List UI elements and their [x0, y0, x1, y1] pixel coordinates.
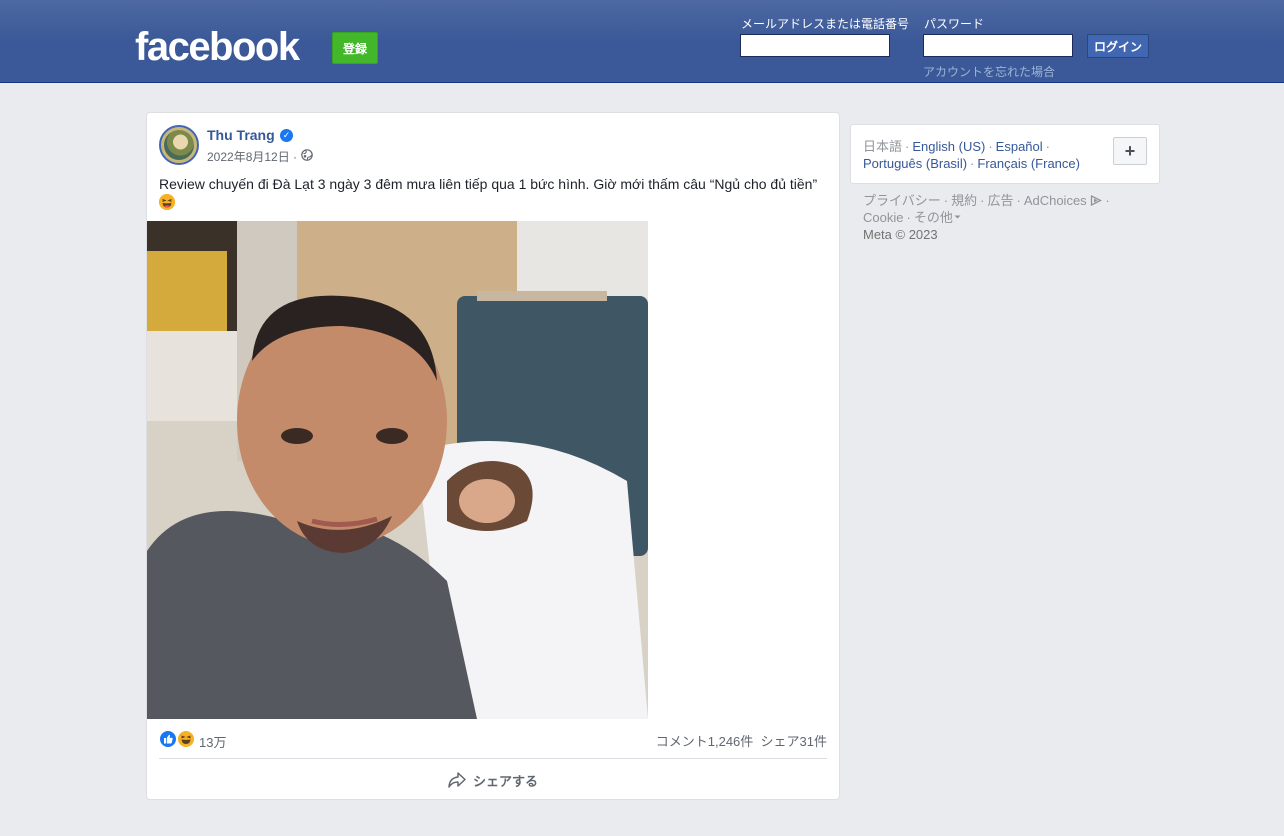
- password-label: パスワード: [924, 17, 985, 31]
- footer-link-ads[interactable]: 広告: [987, 193, 1013, 208]
- facebook-logo[interactable]: facebook: [135, 26, 300, 68]
- language-selector: 日本語 · English (US) · Español · Português (Bra…: [850, 124, 1160, 184]
- haha-icon: [177, 730, 195, 748]
- language-list: 日本語 · English (US) · Español · Português (Bra…: [863, 139, 1080, 171]
- email-input[interactable]: [740, 34, 890, 57]
- post-text-body: Review chuyến đi Đà Lạt 3 ngày 3 đêm mưa…: [159, 176, 818, 192]
- footer-link-more[interactable]: その他: [914, 210, 961, 225]
- like-icon: [159, 730, 177, 748]
- author-avatar[interactable]: [159, 125, 199, 165]
- email-label: メールアドレスまたは電話番号: [741, 17, 910, 31]
- post-text: Review chuyến đi Đà Lạt 3 ngày 3 đêm mưa…: [159, 175, 829, 211]
- footer-link-adchoices[interactable]: AdChoices: [1024, 193, 1103, 208]
- footer-link-privacy[interactable]: プライバシー: [863, 193, 941, 208]
- signup-button[interactable]: 登録: [332, 32, 378, 64]
- caret-down-icon: [954, 215, 961, 219]
- author-name[interactable]: Thu Trang: [207, 127, 275, 143]
- share-button[interactable]: シェアする: [447, 768, 557, 792]
- post-photo[interactable]: [147, 221, 648, 719]
- globe-icon: [301, 149, 313, 161]
- language-current: 日本語: [863, 139, 903, 154]
- reaction-count[interactable]: 13万: [199, 732, 226, 751]
- post-card: Thu Trang ✓ 2022年8月12日 · Review chuyến đ…: [146, 112, 840, 800]
- password-input[interactable]: [923, 34, 1073, 57]
- login-button[interactable]: ログイン: [1087, 34, 1149, 58]
- adchoices-label: AdChoices: [1023, 193, 1087, 208]
- language-portuguese-brazil[interactable]: Português (Brasil): [863, 156, 967, 171]
- language-spanish[interactable]: Español: [996, 139, 1043, 154]
- language-french-france[interactable]: Français (France): [977, 156, 1080, 171]
- share-button-label: シェアする: [473, 773, 539, 789]
- forgot-account-link[interactable]: アカウントを忘れた場合: [923, 63, 1055, 80]
- post-divider: [159, 758, 827, 759]
- post-timestamp[interactable]: 2022年8月12日 ·: [207, 148, 297, 165]
- footer-links: プライバシー · 規約 · 広告 · AdChoices · Cookie · その他: [863, 193, 1110, 225]
- verified-badge-icon: ✓: [280, 129, 293, 142]
- footer-link-cookie[interactable]: Cookie: [863, 210, 903, 225]
- more-languages-button[interactable]: +: [1113, 137, 1147, 165]
- top-navigation-bar: facebook 登録 メールアドレスまたは電話番号 パスワード ログイン アカ…: [0, 0, 1284, 83]
- footer-more-label: その他: [913, 210, 953, 225]
- share-count[interactable]: シェア31件: [761, 734, 827, 749]
- language-english-us[interactable]: English (US): [912, 139, 985, 154]
- post-photo-image: [147, 221, 648, 719]
- share-arrow-icon: [448, 772, 466, 788]
- post-stats: コメント1,246件 シェア31件: [656, 731, 827, 750]
- avatar-image: [164, 130, 194, 160]
- copyright: Meta © 2023: [863, 227, 938, 242]
- comment-count[interactable]: コメント1,246件: [656, 734, 754, 749]
- footer-link-terms[interactable]: 規約: [951, 193, 977, 208]
- laughing-emoji-icon: [159, 194, 175, 210]
- adchoices-icon: [1091, 194, 1103, 207]
